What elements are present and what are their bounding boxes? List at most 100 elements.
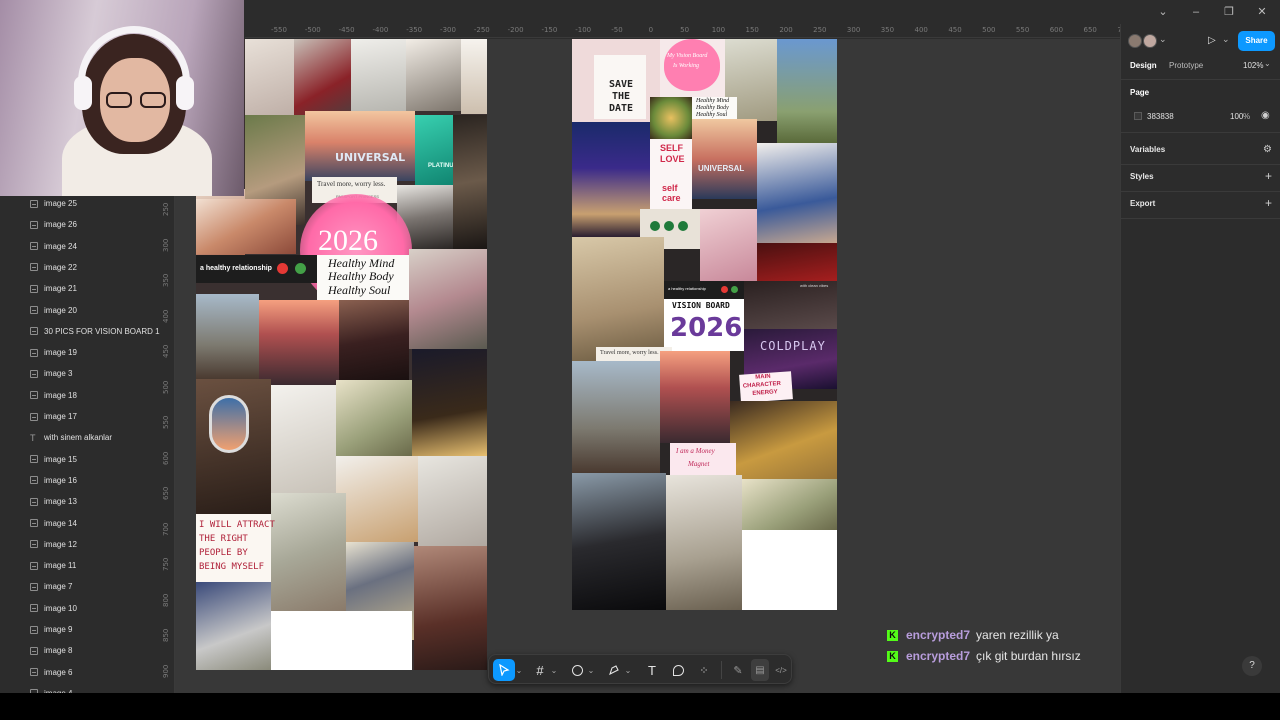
chevron-down-icon[interactable]: ⌄: [587, 659, 595, 681]
collage-photo-glass: [453, 115, 487, 249]
image-layer-icon: [30, 199, 38, 208]
close-icon[interactable]: ✕: [1254, 4, 1270, 20]
chat-text: yaren rezillik ya: [976, 628, 1059, 642]
ruler-tick-label: -450: [338, 26, 355, 34]
maximize-icon[interactable]: ❐: [1221, 4, 1237, 20]
collage-photo-jewelry: [666, 475, 742, 610]
layer-row[interactable]: image 24: [0, 236, 161, 257]
coldplay-text: COLDPLAY: [760, 339, 826, 353]
chevron-down-icon[interactable]: ⌄: [1264, 59, 1271, 68]
layer-row[interactable]: image 25: [0, 196, 161, 214]
export-row[interactable]: Export +: [1130, 196, 1272, 210]
decline-call-icon: [277, 263, 288, 274]
layer-row[interactable]: image 10: [0, 598, 161, 619]
ruler-tick-label: 600: [1049, 26, 1064, 34]
relationship-call-card: a healthy relationship: [196, 255, 317, 283]
collage-photo-fireworks-castle: [572, 122, 650, 237]
layer-row[interactable]: image 15: [0, 449, 161, 470]
money-magnet-card: I am a Money Magnet: [670, 443, 736, 475]
comment-tool-button[interactable]: [669, 659, 687, 681]
avatar[interactable]: [1143, 34, 1157, 48]
dev-mode-button[interactable]: </>: [772, 659, 790, 681]
minimize-icon[interactable]: –: [1188, 4, 1204, 20]
layer-row[interactable]: image 11: [0, 555, 161, 576]
layer-row[interactable]: image 22: [0, 257, 161, 278]
layer-row[interactable]: image 14: [0, 513, 161, 534]
layer-row[interactable]: 30 PICS FOR VISION BOARD 1: [0, 321, 161, 342]
variables-row[interactable]: Variables ⚙: [1130, 142, 1272, 156]
layer-row[interactable]: image 12: [0, 534, 161, 555]
draw-mode-button[interactable]: ✎: [729, 659, 747, 681]
layer-row[interactable]: image 9: [0, 619, 161, 640]
chevron-down-icon[interactable]: ⌄: [1222, 34, 1230, 45]
layer-row[interactable]: image 4: [0, 683, 161, 693]
share-button[interactable]: Share: [1238, 31, 1275, 51]
chat-message: Kencrypted7 çık git burdan hırsız: [887, 649, 1081, 663]
design-canvas[interactable]: UNIVERSAL PLATINUM Travel more, worry le…: [175, 39, 1120, 693]
shape-tool-button[interactable]: [568, 659, 586, 681]
page-color-input[interactable]: 383838: [1147, 112, 1174, 121]
heart-line-2: Is Working: [673, 63, 699, 69]
tab-design[interactable]: Design: [1130, 61, 1157, 70]
layer-label: image 21: [44, 284, 77, 294]
chevron-down-icon[interactable]: ⌄: [1155, 4, 1171, 20]
image-layer-icon: [30, 646, 38, 655]
text-tool-button[interactable]: T: [643, 659, 661, 681]
layer-row[interactable]: Twith sinem alkanlar: [0, 427, 161, 448]
play-icon[interactable]: ▷: [1208, 35, 1216, 46]
year-2026-text: 2026: [318, 224, 378, 257]
page-color-swatch[interactable]: [1134, 112, 1142, 120]
chevron-down-icon[interactable]: ⌄: [624, 659, 632, 681]
collage-photo-beauty: [196, 199, 296, 254]
layer-row[interactable]: image 6: [0, 662, 161, 683]
tab-prototype[interactable]: Prototype: [1169, 61, 1203, 70]
page-opacity-input[interactable]: 100: [1230, 112, 1243, 121]
add-export-icon[interactable]: +: [1265, 196, 1272, 210]
design-mode-button[interactable]: ▤: [751, 659, 769, 681]
healthy-mind-card: Healthy Mind Healthy Body Healthy Soul: [317, 255, 409, 300]
ruler-tick-label: 700: [162, 522, 170, 536]
eye-icon[interactable]: ◉: [1261, 110, 1270, 121]
layer-row[interactable]: image 7: [0, 576, 161, 597]
ruler-tick-label: -550: [271, 26, 287, 34]
layer-label: image 11: [44, 561, 77, 571]
help-icon: ?: [1249, 660, 1255, 671]
small-body-text: Healthy Body: [696, 105, 729, 111]
ruler-tick-label: 350: [880, 26, 895, 34]
add-style-icon[interactable]: +: [1265, 169, 1272, 183]
vision-board-frame-right[interactable]: SAVE THE DATE My Vision Board Is Working…: [572, 39, 837, 610]
layer-label: image 22: [44, 262, 77, 272]
attract-line-2: THE RIGHT: [199, 534, 248, 544]
frame-tool-button[interactable]: #: [531, 659, 549, 681]
collage-photo-car: [294, 39, 351, 121]
move-tool-button[interactable]: [493, 659, 515, 681]
pen-tool-button[interactable]: [605, 659, 623, 681]
page-section-title: Page: [1130, 88, 1150, 97]
layer-row[interactable]: image 8: [0, 640, 161, 661]
layer-row[interactable]: image 19: [0, 342, 161, 363]
layer-row[interactable]: image 13: [0, 491, 161, 512]
self-care-line-1: self: [662, 183, 678, 193]
layer-row[interactable]: image 17: [0, 406, 161, 427]
chevron-down-icon[interactable]: ⌄: [515, 659, 523, 681]
layer-label: with sinem alkanlar: [44, 433, 113, 443]
layer-row[interactable]: image 16: [0, 470, 161, 491]
help-button[interactable]: ?: [1242, 656, 1262, 676]
layer-row[interactable]: image 18: [0, 385, 161, 406]
collage-photo-cash-small: [742, 479, 837, 530]
sliders-icon[interactable]: ⚙: [1263, 144, 1272, 155]
layer-row[interactable]: image 21: [0, 278, 161, 299]
zoom-level[interactable]: 102%: [1243, 61, 1263, 70]
chevron-down-icon[interactable]: ⌄: [550, 659, 558, 681]
avatar[interactable]: [1128, 34, 1142, 48]
layer-row[interactable]: image 20: [0, 300, 161, 321]
ruler-tick-label: 250: [162, 202, 170, 216]
ruler-tick-label: 850: [162, 628, 170, 642]
layer-row[interactable]: image 3: [0, 363, 161, 384]
styles-row[interactable]: Styles +: [1130, 169, 1272, 183]
layer-row[interactable]: image 26: [0, 214, 161, 235]
emerald-ring-icon: [650, 221, 660, 231]
main-text: MAIN: [755, 373, 771, 381]
actions-tool-button[interactable]: ⁘: [695, 659, 713, 681]
chevron-down-icon[interactable]: ⌄: [1159, 34, 1167, 45]
